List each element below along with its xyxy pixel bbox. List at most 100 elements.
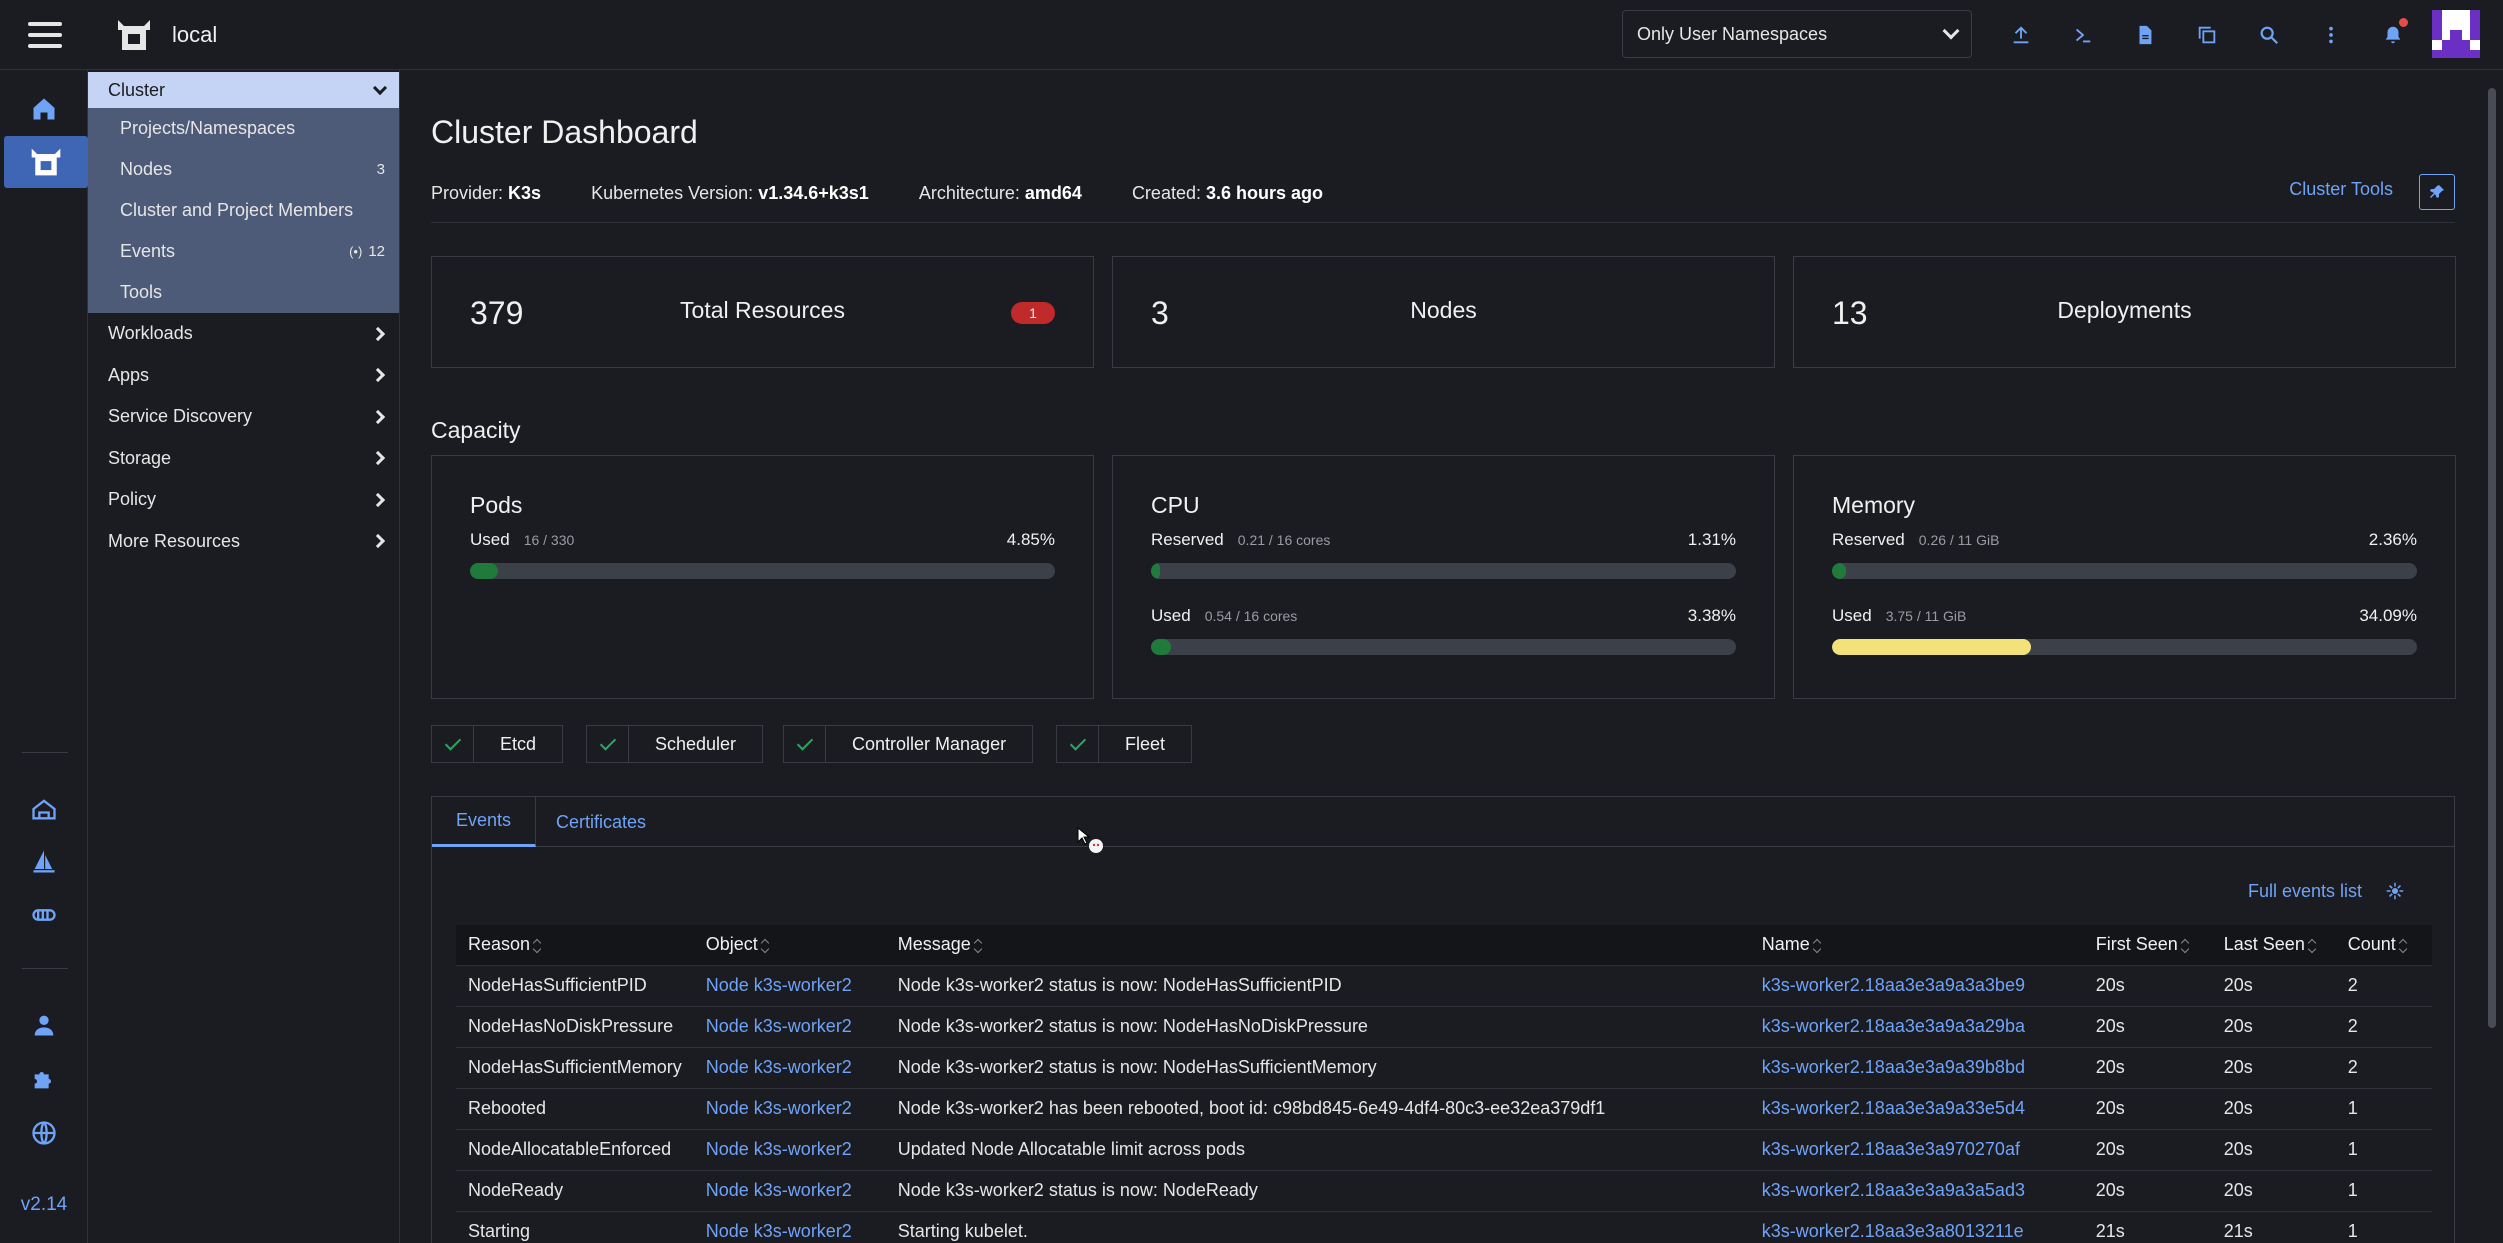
component-label: Controller Manager [852,733,1007,754]
nav-item-projects-namespaces[interactable]: Projects/Namespaces [88,108,399,149]
stat-card-total-resources[interactable]: 379 Total Resources 1 [431,256,1094,368]
capacity-title-cpu: CPU [1151,492,1200,518]
cell-object[interactable]: Node k3s-worker2 [693,1210,886,1243]
used-detail: 0.54 / 16 cores [1204,608,1298,624]
cell-name[interactable]: k3s-worker2.18aa3e3a9a3a3be9 [1749,964,2084,1006]
sort-icon [2400,939,2408,953]
cell-object[interactable]: Node k3s-worker2 [693,964,886,1006]
users-icon[interactable] [0,1002,88,1048]
cell-last-seen: 20s [2211,964,2336,1006]
kubectl-shell-icon[interactable] [2052,18,2114,52]
meta-label: Architecture: [918,182,1020,203]
column-header-name[interactable]: Name [1749,925,2084,965]
cell-name[interactable]: k3s-worker2.18aa3e3a9a3a29ba [1749,1005,2084,1047]
nav-item-tools[interactable]: Tools [88,272,399,313]
chevron-right-icon [370,326,386,341]
nav-item-events[interactable]: Events (•) 12 [88,231,399,272]
page-scrollbar[interactable] [2488,88,2496,1028]
tab-events[interactable]: Events [432,797,537,847]
cell-first-seen: 20s [2083,1005,2212,1047]
cell-name[interactable]: k3s-worker2.18aa3e3a8013211e [1749,1210,2084,1243]
cell-name[interactable]: k3s-worker2.18aa3e3a9a33e5d4 [1749,1087,2084,1129]
nav-group-cluster[interactable]: Cluster [88,72,399,108]
nav-group-label: Cluster [108,79,166,100]
component-label: Scheduler [655,733,737,754]
nav-item-nodes[interactable]: Nodes 3 [88,149,399,190]
column-header-message[interactable]: Message [885,925,1750,965]
cell-first-seen: 20s [2083,1169,2212,1211]
stat-card-deployments[interactable]: 13 Deployments [1793,256,2456,368]
version-label[interactable]: v2.14 [0,1194,88,1216]
column-header-last-seen[interactable]: Last Seen [2211,925,2336,965]
rail-divider [22,968,68,969]
meta-value: v1.34.6+k3s1 [758,182,869,203]
side-nav: Cluster Projects/Namespaces Nodes 3 Clus… [88,70,400,1243]
rail-cluster-local[interactable] [4,136,88,188]
events-table: Reason Object Message Name First Seen La… [456,925,2432,1243]
cell-message: Node k3s-worker2 status is now: NodeRead… [885,1169,1750,1211]
cell-object[interactable]: Node k3s-worker2 [693,1128,886,1170]
cell-reason: Starting [456,1210,694,1243]
cell-object[interactable]: Node k3s-worker2 [693,1087,886,1129]
capacity-title-memory: Memory [1832,492,1916,518]
reserved-detail: 0.26 / 11 GiB [1918,532,2000,548]
kubeconfig-icon[interactable] [2114,18,2176,52]
cell-object[interactable]: Node k3s-worker2 [693,1046,886,1088]
sort-icon [1814,939,1822,953]
stat-card-nodes[interactable]: 3 Nodes [1112,256,1775,368]
import-yaml-icon[interactable] [1990,18,2052,52]
chevron-right-icon [370,409,386,424]
nav-group-policy[interactable]: Policy [88,479,399,521]
cpu-reserved-bar [1151,563,1736,579]
memory-reserved-row: Reserved 0.26 / 11 GiB 2.36% [1832,528,2417,552]
nav-item-cluster-members[interactable]: Cluster and Project Members [88,190,399,231]
globe-icon[interactable] [0,1110,88,1156]
cell-object[interactable]: Node k3s-worker2 [693,1169,886,1211]
column-header-object[interactable]: Object [693,925,886,965]
extensions-icon[interactable] [0,1056,88,1102]
namespace-filter-select[interactable]: Only User Namespaces [1622,10,1972,58]
nav-group-service-discovery[interactable]: Service Discovery [88,396,399,438]
page-title: Cluster Dashboard [431,114,698,150]
column-header-count[interactable]: Count [2335,925,2432,965]
home-icon[interactable] [0,86,88,132]
meta-k8s-version: Kubernetes Version: v1.34.6+k3s1 [591,183,869,204]
cell-message: Starting kubelet. [885,1210,1750,1243]
gear-icon[interactable] [2386,882,2404,900]
cell-reason: NodeHasSufficientPID [456,964,694,1006]
cluster-tools-link[interactable]: Cluster Tools [2289,179,2393,200]
nav-group-apps[interactable]: Apps [88,355,399,397]
cpu-used-row: Used 0.54 / 16 cores 3.38% [1151,604,1736,628]
cell-object[interactable]: Node k3s-worker2 [693,1005,886,1047]
fleet-icon[interactable] [0,786,88,832]
tab-certificates[interactable]: Certificates [532,797,670,847]
nav-group-storage[interactable]: Storage [88,438,399,480]
column-header-reason[interactable]: Reason [456,925,694,965]
events-panel: Events Certificates Full events list Rea… [431,796,2455,1243]
chevron-down-icon [1942,22,1960,40]
search-icon[interactable] [2238,18,2300,52]
pin-button[interactable] [2419,174,2455,210]
cell-name[interactable]: k3s-worker2.18aa3e3a9a3a5ad3 [1749,1169,2084,1211]
cell-name[interactable]: k3s-worker2.18aa3e3a9a39b8bd [1749,1046,2084,1088]
cluster-name[interactable]: local [172,22,217,48]
copy-kubeconfig-icon[interactable] [2176,18,2238,52]
reserved-percent: 2.36% [2368,530,2417,549]
extensions-ribbon-icon[interactable] [0,892,88,938]
notifications-icon[interactable] [2362,18,2424,52]
nav-group-more-resources[interactable]: More Resources [88,521,399,563]
nav-item-label: Nodes [120,159,173,179]
table-row: NodeHasSufficientPID Node k3s-worker2 Node… [456,964,2432,1006]
component-label: Fleet [1125,733,1166,754]
avatar[interactable] [2432,10,2480,58]
full-events-list-link[interactable]: Full events list [2248,881,2362,902]
cluster-management-icon[interactable] [0,839,88,885]
menu-icon[interactable] [28,22,62,48]
more-icon[interactable] [2300,18,2362,52]
nav-group-workloads[interactable]: Workloads [88,313,399,355]
namespace-filter-value: Only User Namespaces [1637,23,1828,44]
column-header-first-seen[interactable]: First Seen [2083,925,2212,965]
cell-name[interactable]: k3s-worker2.18aa3e3a970270af [1749,1128,2084,1170]
cluster-meta: Provider: K3s Kubernetes Version: v1.34.… [431,178,2455,208]
table-header-row: Reason Object Message Name First Seen La… [456,925,2432,965]
